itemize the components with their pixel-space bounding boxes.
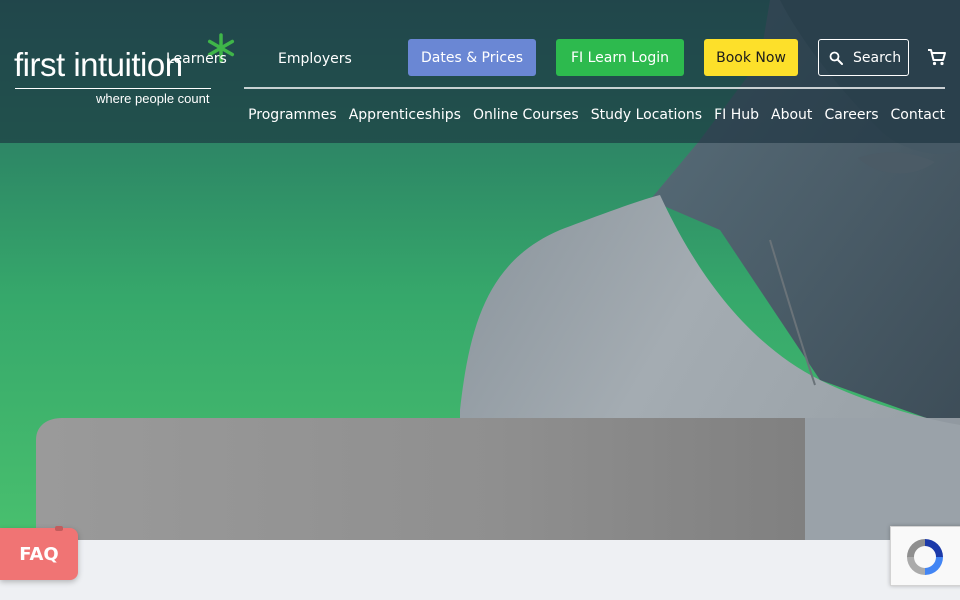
brand-logo[interactable]: first intuition where people count [14, 30, 244, 110]
book-now-button[interactable]: Book Now [704, 39, 798, 76]
nav-item-contact[interactable]: Contact [891, 107, 945, 123]
learners-link[interactable]: Learners [166, 51, 227, 67]
logo-underline [15, 88, 211, 89]
nav-item-careers[interactable]: Careers [824, 107, 878, 123]
nav-item-fi-hub[interactable]: FI Hub [714, 107, 759, 123]
search-label: Search [853, 49, 902, 66]
recaptcha-icon [907, 539, 943, 575]
nav-item-programmes[interactable]: Programmes [248, 107, 337, 123]
search-button[interactable]: Search [818, 39, 909, 76]
search-icon [829, 51, 843, 65]
fi-learn-login-button[interactable]: FI Learn Login [556, 39, 684, 76]
brand-name: first intuition [14, 46, 183, 83]
dates-prices-button[interactable]: Dates & Prices [408, 39, 536, 76]
recaptcha-badge[interactable] [890, 526, 960, 586]
nav-item-online-courses[interactable]: Online Courses [473, 107, 579, 123]
main-nav: Programmes Apprenticeships Online Course… [248, 107, 945, 123]
nav-item-study-locations[interactable]: Study Locations [591, 107, 702, 123]
shopping-cart-icon[interactable] [927, 47, 947, 67]
faq-label: FAQ [19, 543, 59, 565]
faq-button[interactable]: FAQ [0, 526, 78, 580]
faq-tab-notch [55, 526, 63, 531]
nav-divider [244, 87, 945, 89]
employers-link[interactable]: Employers [278, 51, 352, 67]
page-content [0, 540, 960, 600]
nav-item-apprenticeships[interactable]: Apprenticeships [349, 107, 461, 123]
nav-item-about[interactable]: About [771, 107, 812, 123]
brand-tagline: where people count [96, 91, 210, 106]
